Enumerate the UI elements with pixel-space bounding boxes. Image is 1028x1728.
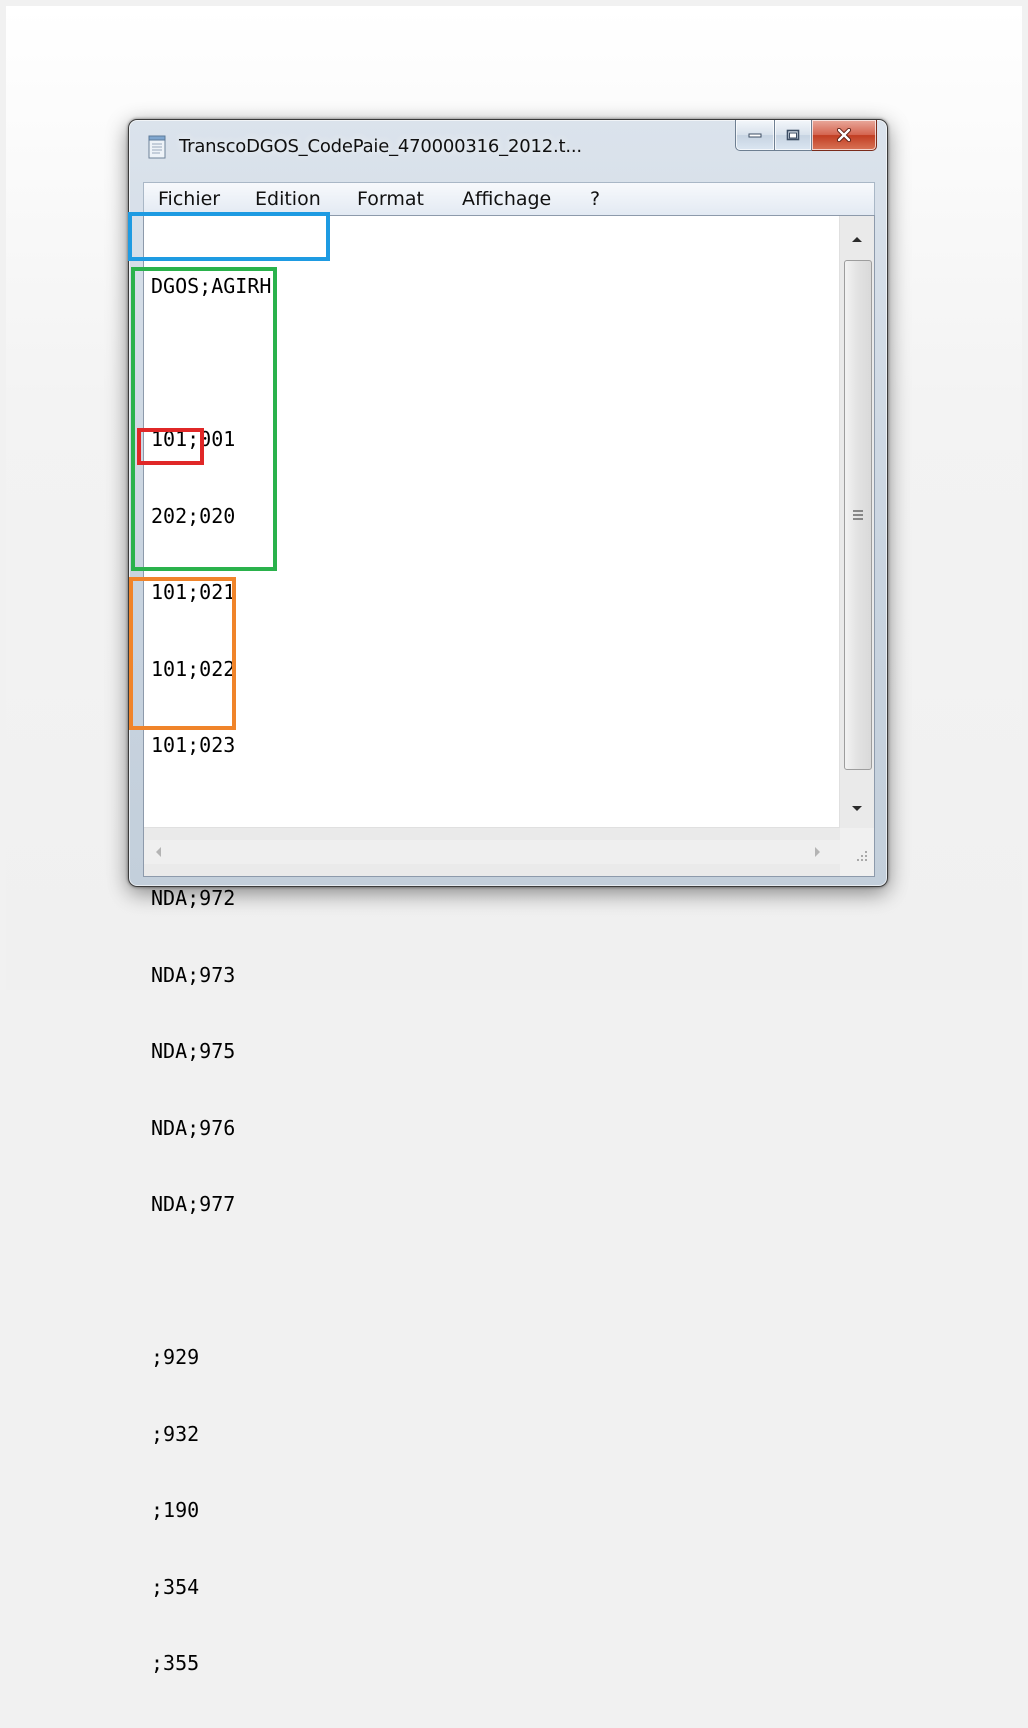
- menu-format[interactable]: Format: [357, 188, 424, 210]
- horizontal-scroll-track[interactable]: [144, 840, 840, 864]
- grip-icon: [853, 510, 863, 520]
- close-icon: [836, 128, 852, 142]
- highlight-box-missing-codes: [129, 577, 236, 730]
- size-grip-icon: [857, 851, 867, 861]
- vertical-scrollbar[interactable]: [839, 216, 874, 828]
- vertical-scroll-thumb[interactable]: [844, 260, 872, 770]
- text-line: NDA;975: [151, 1039, 236, 1063]
- close-button[interactable]: [812, 120, 877, 151]
- text-line: NDA;972: [151, 886, 236, 910]
- text-line: ;932: [151, 1421, 200, 1446]
- horizontal-scrollbar[interactable]: [144, 827, 840, 876]
- scroll-down-arrow-icon[interactable]: [850, 804, 864, 814]
- text-line: NDA;976: [151, 1115, 236, 1140]
- text-line: [151, 1269, 271, 1295]
- text-line: 101;023: [151, 733, 236, 757]
- resize-grip[interactable]: [840, 828, 874, 876]
- scroll-up-arrow-icon[interactable]: [850, 234, 864, 244]
- menu-fichier[interactable]: Fichier: [158, 188, 220, 210]
- menu-affichage[interactable]: Affichage: [462, 188, 551, 210]
- menu-help[interactable]: ?: [590, 188, 600, 210]
- caption-buttons: [735, 120, 877, 152]
- highlight-box-valid-codes: [131, 267, 277, 571]
- text-line: NDA;973: [151, 962, 236, 987]
- text-line: ;190: [151, 1498, 200, 1522]
- notepad-icon: [148, 135, 166, 159]
- text-line: NDA;977: [151, 1192, 236, 1216]
- highlight-box-error: [137, 428, 204, 465]
- window-title: TranscoDGOS_CodePaie_470000316_2012.t...: [179, 136, 582, 157]
- menu-bar: Fichier Edition Format Affichage ?: [143, 182, 875, 215]
- maximize-icon: [786, 129, 800, 141]
- menu-edition[interactable]: Edition: [255, 188, 321, 210]
- scroll-left-arrow-icon[interactable]: [154, 846, 164, 858]
- highlight-box-header: [128, 212, 330, 261]
- minimize-icon: [748, 133, 762, 138]
- text-line: ;929: [151, 1345, 200, 1369]
- minimize-button[interactable]: [735, 120, 775, 151]
- maximize-button[interactable]: [775, 120, 812, 151]
- text-line: ;354: [151, 1574, 200, 1599]
- scroll-right-arrow-icon[interactable]: [812, 846, 822, 858]
- text-line: ;355: [151, 1651, 200, 1675]
